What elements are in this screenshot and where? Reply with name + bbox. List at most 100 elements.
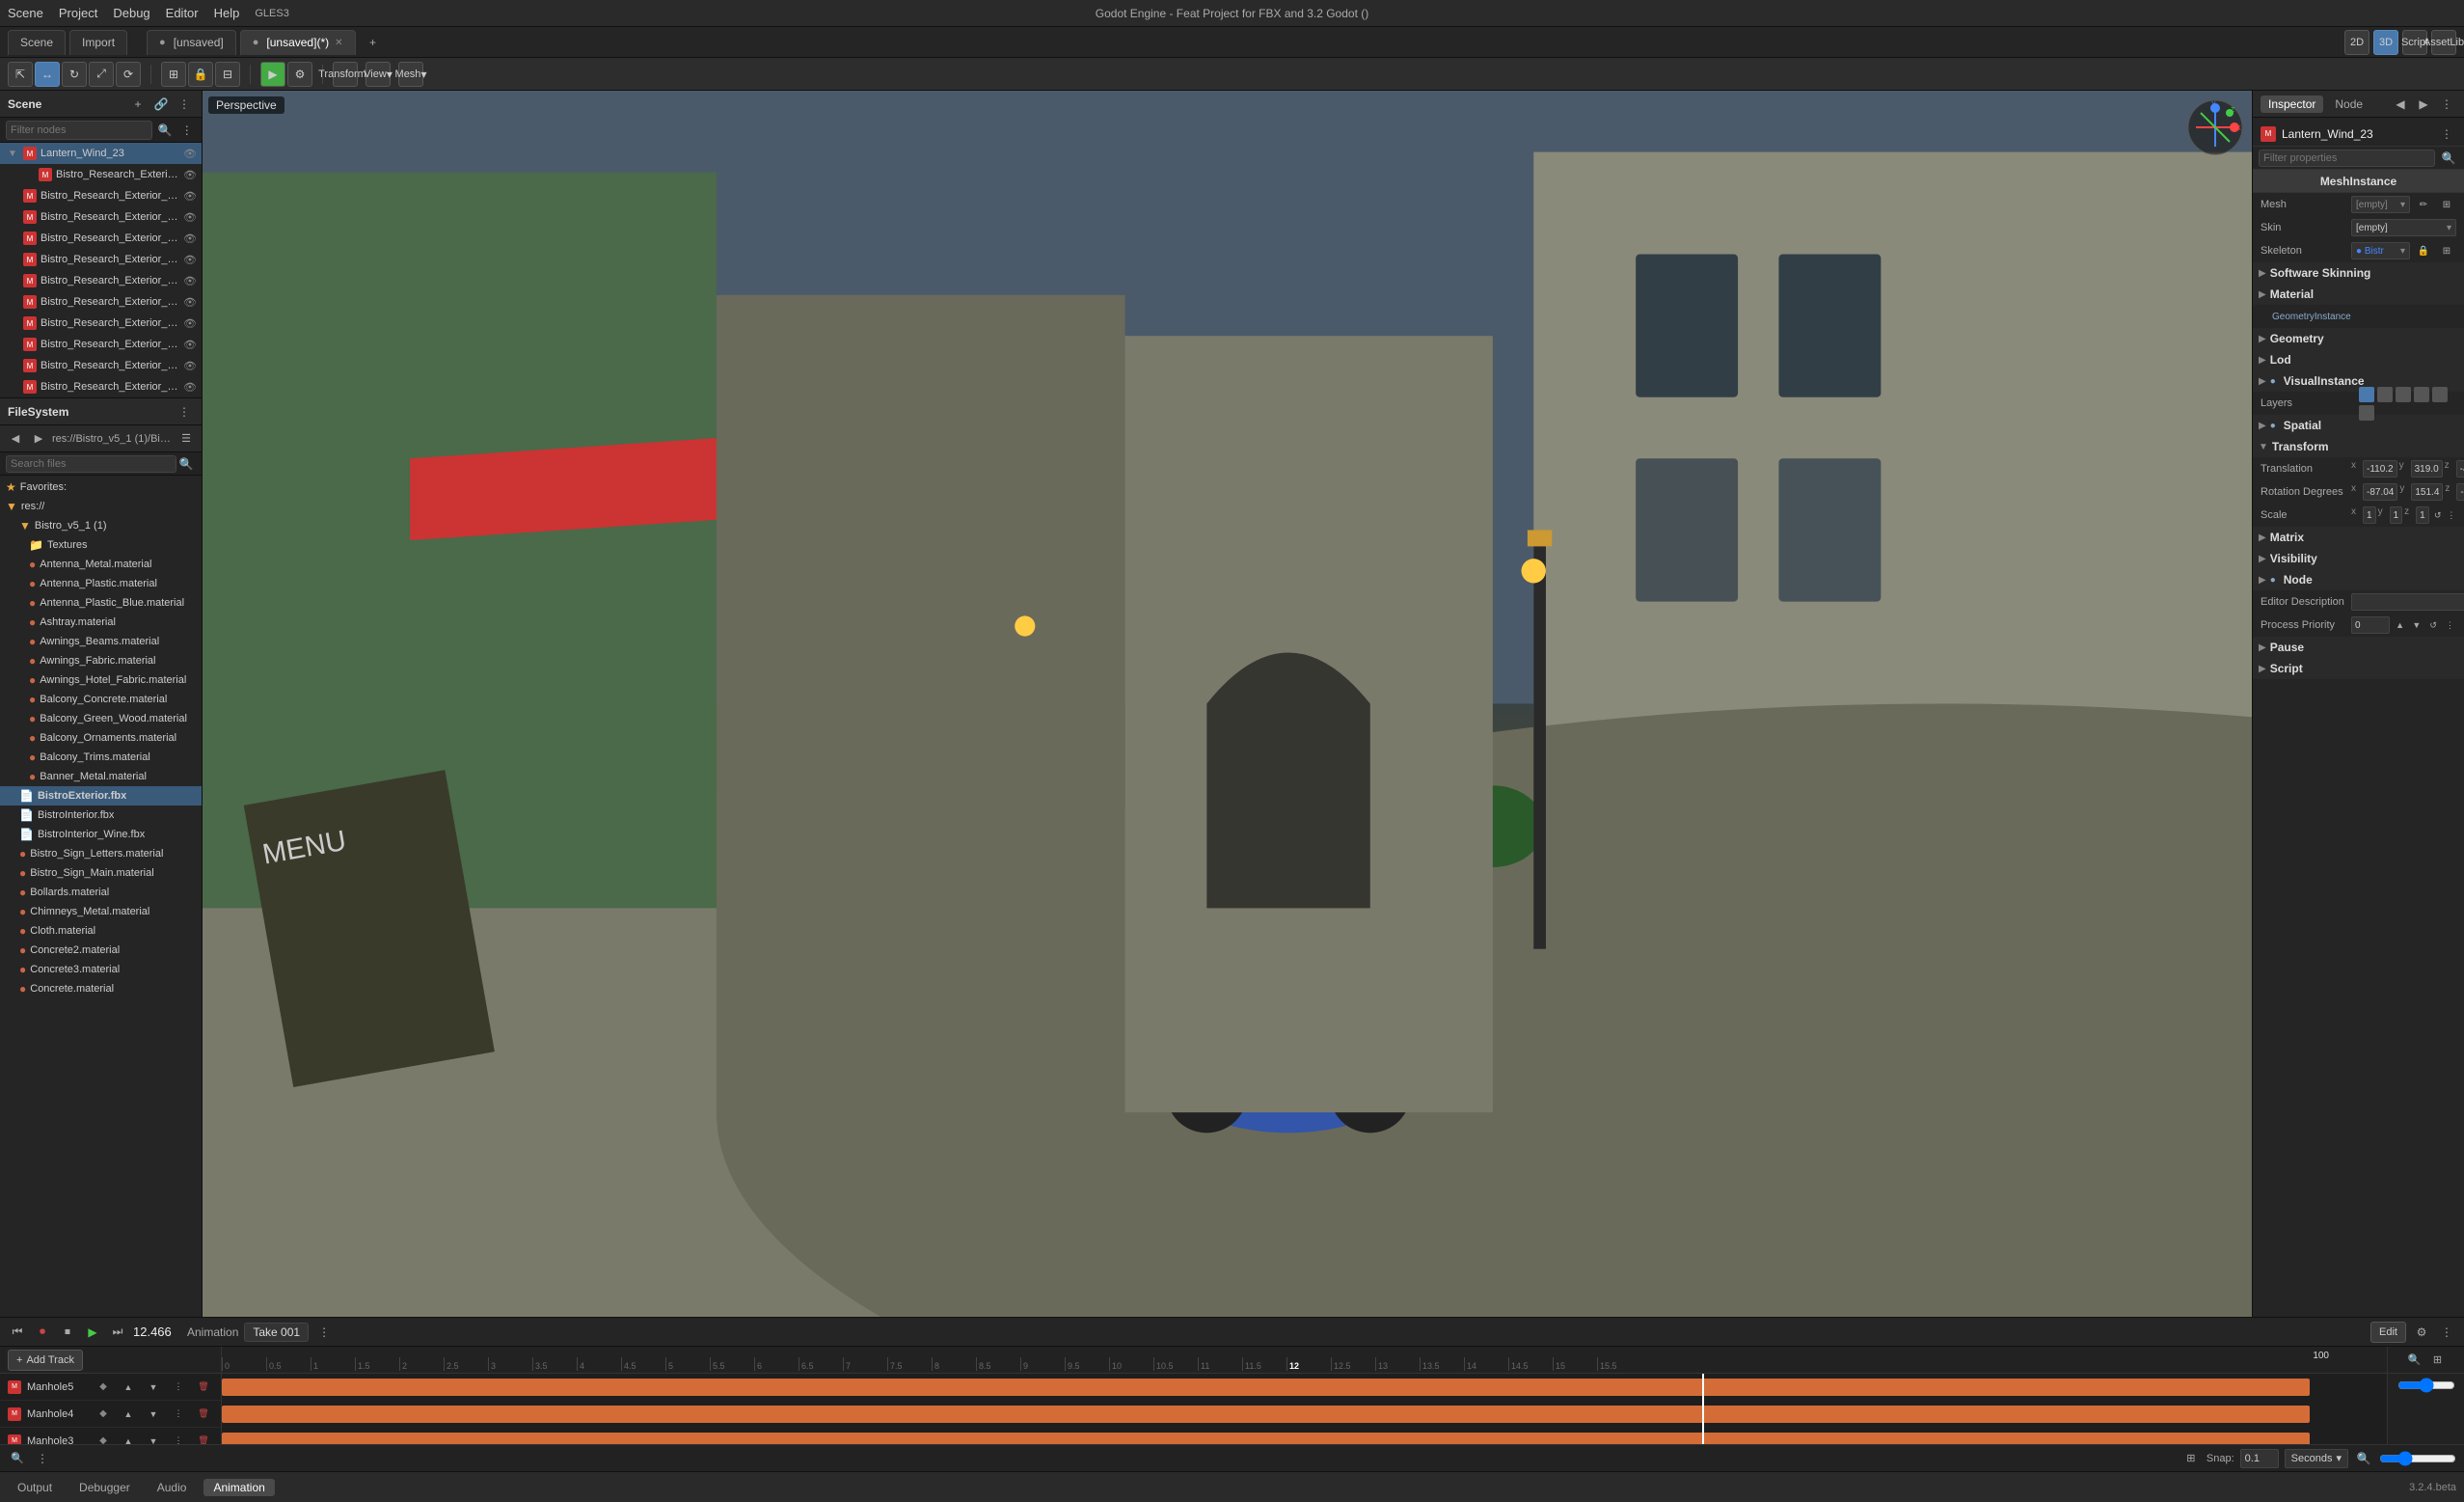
list-item[interactable]: ● Antenna_Plastic_Blue.material [0, 593, 202, 613]
section-software-skinning[interactable]: ▶ Software Skinning [2253, 262, 2464, 284]
btn-3d[interactable]: 3D [2373, 30, 2398, 55]
track-key-dot[interactable]: ◆ [94, 1432, 113, 1445]
section-visibility[interactable]: ▶ Visibility [2253, 548, 2464, 569]
inspector-history-back[interactable]: ◀ [2391, 95, 2410, 114]
process-priority-up[interactable]: ▲ [2394, 615, 2406, 635]
track-down-btn[interactable]: ▼ [144, 1378, 163, 1397]
fs-search-icon[interactable]: 🔍 [176, 454, 196, 474]
list-item[interactable]: ● Concrete.material [0, 979, 202, 998]
footer-snap-icon[interactable]: ⊞ [2181, 1449, 2201, 1468]
section-material[interactable]: ▶ Material [2253, 284, 2464, 305]
link-node-btn[interactable]: 🔗 [151, 95, 171, 114]
tab-animation[interactable]: Animation [203, 1479, 274, 1496]
play-scene-btn[interactable]: ▶ [260, 62, 285, 87]
anim-play-btn[interactable]: ▶ [83, 1323, 102, 1342]
tree-node-lantern[interactable]: ▼ M Lantern_Wind_23 👁 [0, 143, 202, 164]
viewport-3d[interactable]: MENU [203, 91, 2252, 1317]
skeleton-lock-btn[interactable]: 🔒 [2414, 241, 2433, 260]
list-item[interactable]: 📄 BistroExterior.fbx [0, 786, 202, 806]
timeline-zoom-slider[interactable] [2397, 1378, 2455, 1393]
list-item[interactable]: ▼ res:// [0, 497, 202, 516]
track-key-dot[interactable]: ◆ [94, 1378, 113, 1397]
track-key-dot[interactable]: ◆ [94, 1405, 113, 1424]
section-pause[interactable]: ▶ Pause [2253, 637, 2464, 658]
tab-add-btn[interactable]: + [364, 33, 383, 52]
footer-filter-icon[interactable]: 🔍 [8, 1449, 27, 1468]
list-item[interactable]: 📄 BistroInterior_Wine.fbx [0, 825, 202, 844]
scale-y-field[interactable]: 1 [2390, 506, 2403, 524]
track-delete-btn[interactable]: 🗑 [194, 1378, 213, 1397]
tab-scene[interactable]: Scene [8, 30, 66, 55]
mesh-expand-btn[interactable]: ⊞ [2437, 195, 2456, 214]
process-priority-field[interactable]: 0 [2351, 616, 2390, 634]
editor-description-input[interactable] [2351, 593, 2464, 611]
fs-options-btn[interactable]: ⋮ [175, 402, 194, 422]
rotation-x-field[interactable]: -87.04 [2363, 483, 2397, 501]
visibility-toggle[interactable]: 👁 [182, 294, 198, 310]
mesh-dropdown-btn[interactable]: Mesh▾ [398, 62, 423, 87]
tab-output[interactable]: Output [8, 1479, 62, 1496]
table-row[interactable]: M Bistro_Research_Exterior_Paris_Buil 👁 [0, 355, 202, 376]
track-menu-btn[interactable]: ⋮ [169, 1378, 188, 1397]
list-item[interactable]: ● Ashtray.material [0, 613, 202, 632]
anim-record-btn[interactable]: ⏺ [33, 1323, 52, 1342]
track-menu-btn[interactable]: ⋮ [169, 1432, 188, 1445]
visibility-toggle[interactable]: 👁 [182, 252, 198, 267]
track-row-manhole5[interactable]: M Manhole5 ◆ ▲ ▼ ⋮ 🗑 [0, 1374, 221, 1401]
timeline-bar-manhole5[interactable] [222, 1379, 2310, 1396]
visibility-toggle[interactable]: 👁 [182, 146, 198, 161]
visibility-toggle[interactable]: 👁 [182, 188, 198, 204]
list-item[interactable]: ● Antenna_Plastic.material [0, 574, 202, 593]
menu-help[interactable]: Help [214, 6, 240, 20]
tool-select[interactable]: ⇱ [8, 62, 33, 87]
visibility-toggle[interactable]: 👁 [182, 379, 198, 395]
timeline-fit-btn[interactable]: ⊞ [2428, 1351, 2448, 1370]
lock-btn[interactable]: 🔒 [188, 62, 213, 87]
fs-forward-btn[interactable]: ▶ [29, 429, 48, 449]
scale-key-btn[interactable]: ⋮ [2447, 505, 2456, 525]
animation-timeline[interactable]: 0 0.5 1 1.5 2 2.5 3 3.5 4 4.5 5 5.5 6 6.… [222, 1347, 2387, 1444]
anim-skip-start-btn[interactable]: ⏮ [8, 1323, 27, 1342]
skeleton-expand-btn[interactable]: ⊞ [2437, 241, 2456, 260]
table-row[interactable]: M Bistro_Research_Exterior_Paris_Buil 👁 [0, 334, 202, 355]
track-row-manhole4[interactable]: M Manhole4 ◆ ▲ ▼ ⋮ 🗑 [0, 1401, 221, 1428]
table-row[interactable]: M Bistro_Research_Exterior_Paris_Buil 👁 [0, 291, 202, 313]
list-item[interactable]: ● Banner_Metal.material [0, 767, 202, 786]
scale-x-field[interactable]: 1 [2363, 506, 2376, 524]
add-track-btn[interactable]: + Manhole5 Add Track [8, 1350, 83, 1371]
timeline-tracks-area[interactable] [222, 1374, 2387, 1444]
skeleton-dropdown[interactable]: ● Bistr ▾ [2351, 242, 2410, 259]
view-dropdown-btn[interactable]: View▾ [366, 62, 391, 87]
anim-more-btn[interactable]: ⋮ [2437, 1323, 2456, 1342]
translation-z-field[interactable]: -473.9 [2456, 460, 2464, 478]
section-geometry[interactable]: ▶ Geometry [2253, 328, 2464, 349]
mesh-edit-btn[interactable]: ✏ [2414, 195, 2433, 214]
translation-x-field[interactable]: -110.2 [2363, 460, 2397, 478]
layer-chip-5[interactable] [2432, 387, 2448, 402]
track-up-btn[interactable]: ▲ [119, 1405, 138, 1424]
viewport-compass[interactable]: Y X Z [2186, 98, 2244, 156]
anim-name-field[interactable]: Take 001 [244, 1323, 309, 1342]
tab-unsaved-2[interactable]: ● [unsaved](*) ✕ [240, 30, 356, 55]
track-menu-btn[interactable]: ⋮ [169, 1405, 188, 1424]
section-lod[interactable]: ▶ Lod [2253, 349, 2464, 370]
tool-rotate[interactable]: ↻ [62, 62, 87, 87]
snap-btn[interactable]: ⊞ [161, 62, 186, 87]
visibility-toggle[interactable]: 👁 [182, 273, 198, 288]
list-item[interactable]: ● Concrete3.material [0, 960, 202, 979]
list-item[interactable]: ● Awnings_Fabric.material [0, 651, 202, 670]
section-matrix[interactable]: ▶ Matrix [2253, 527, 2464, 548]
menu-editor[interactable]: Editor [166, 6, 199, 20]
section-node[interactable]: ▶ ● Node [2253, 569, 2464, 590]
layer-chip-2[interactable] [2377, 387, 2393, 402]
table-row[interactable]: M Bistro_Research_Exterior_Paris_Buil 👁 [0, 270, 202, 291]
tab-node[interactable]: Node [2327, 96, 2370, 113]
settings-btn[interactable]: ⚙ [287, 62, 312, 87]
table-row[interactable]: M Bistro_Research_Exterior_Paris_Buil 👁 [0, 228, 202, 249]
scene-options-btn[interactable]: ⋮ [178, 121, 197, 140]
mesh-value-dropdown[interactable]: [empty] ▾ [2351, 196, 2410, 213]
track-up-btn[interactable]: ▲ [119, 1432, 138, 1445]
tab-audio[interactable]: Audio [148, 1479, 197, 1496]
section-script[interactable]: ▶ Script [2253, 658, 2464, 679]
inspector-history-forward[interactable]: ▶ [2414, 95, 2433, 114]
